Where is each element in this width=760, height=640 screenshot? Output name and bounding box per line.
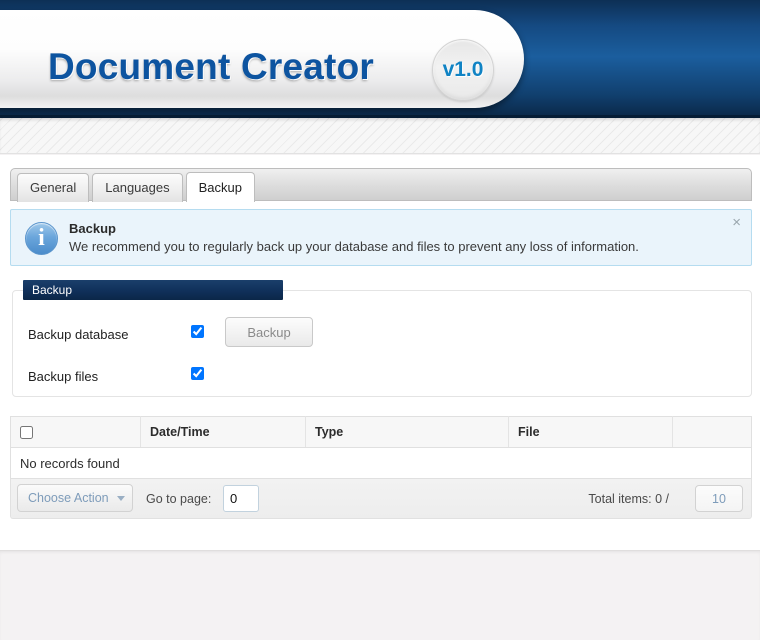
logo-plate: Document Creator v1.0 <box>0 10 524 108</box>
page-size-select[interactable]: 10 <box>695 485 743 512</box>
backup-panel: Backup Backup database Backup files Back… <box>12 280 752 397</box>
table-header-row: Date/Time Type File <box>10 416 752 448</box>
notice-message: We recommend you to regularly back up yo… <box>69 239 639 254</box>
column-select-all <box>10 416 141 448</box>
column-datetime[interactable]: Date/Time <box>140 416 306 448</box>
column-file[interactable]: File <box>508 416 673 448</box>
tab-languages[interactable]: Languages <box>92 173 183 202</box>
select-all-checkbox[interactable] <box>20 426 33 440</box>
choose-action-label: Choose Action <box>28 491 109 505</box>
version-label: v1.0 <box>442 58 484 81</box>
notice-title: Backup <box>69 221 116 236</box>
info-notice: Backup We recommend you to regularly bac… <box>10 209 752 266</box>
column-type[interactable]: Type <box>305 416 509 448</box>
records-table: Date/Time Type File No records found <box>10 416 752 479</box>
app-title: Document Creator <box>48 46 374 87</box>
goto-page-label: Go to page: <box>146 492 212 506</box>
content-panel: General Languages Backup Backup We recom… <box>0 155 760 551</box>
tab-strip: General Languages Backup <box>10 168 752 202</box>
app-header: Document Creator v1.0 <box>0 0 760 118</box>
backup-button[interactable]: Backup <box>225 317 313 347</box>
page-background <box>0 551 760 640</box>
close-icon[interactable]: × <box>732 214 741 231</box>
backup-panel-legend: Backup <box>23 280 283 300</box>
backup-database-checkbox[interactable] <box>191 325 204 338</box>
total-items-label: Total items: 0 / <box>588 492 669 506</box>
backup-database-label: Backup database <box>28 327 129 342</box>
striped-divider <box>0 118 760 154</box>
version-badge: v1.0 <box>432 39 494 101</box>
choose-action-dropdown[interactable]: Choose Action <box>17 484 133 512</box>
backup-files-label: Backup files <box>28 369 99 384</box>
tab-general[interactable]: General <box>17 173 90 202</box>
goto-page-input[interactable] <box>223 485 259 512</box>
empty-message: No records found <box>10 447 752 479</box>
backup-files-checkbox[interactable] <box>191 367 204 380</box>
table-empty-row: No records found <box>10 447 752 479</box>
info-icon <box>25 222 58 255</box>
column-actions <box>672 416 752 448</box>
tab-backup[interactable]: Backup <box>185 172 255 202</box>
chevron-down-icon <box>117 496 125 501</box>
table-footer-toolbar: Choose Action Go to page: Total items: 0… <box>10 479 752 519</box>
